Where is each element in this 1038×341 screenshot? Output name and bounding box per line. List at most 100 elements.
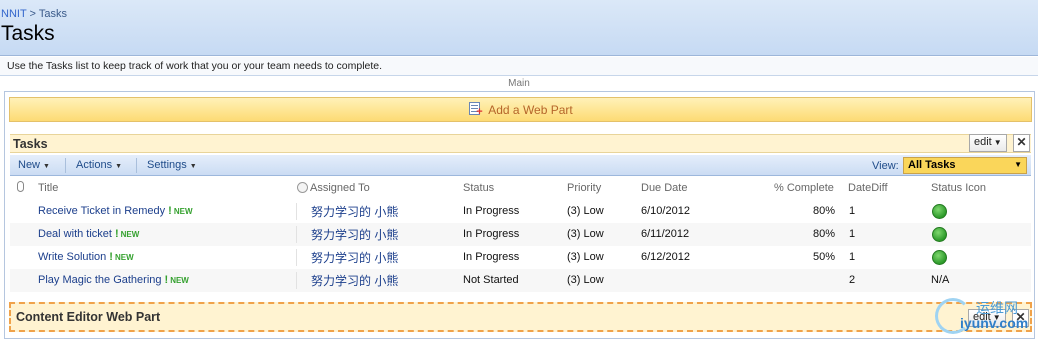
add-web-part-icon: + bbox=[468, 102, 484, 118]
column-header-pct-complete[interactable]: % Complete bbox=[774, 182, 834, 194]
due-date-cell: 6/11/2012 bbox=[641, 228, 690, 240]
task-title-link[interactable]: Deal with ticket bbox=[38, 228, 112, 240]
webpart-edit-menu[interactable]: edit ▼ bbox=[969, 134, 1007, 152]
breadcrumb-current: Tasks bbox=[38, 8, 67, 20]
new-badge: NEW bbox=[170, 276, 189, 285]
due-date-cell: 6/12/2012 bbox=[641, 251, 690, 263]
settings-menu[interactable]: Settings ▼ bbox=[147, 159, 197, 171]
watermark-en-text: iyunv.com bbox=[960, 315, 1029, 331]
new-item-icon: ! bbox=[114, 228, 119, 240]
task-title-link[interactable]: Write Solution bbox=[38, 251, 106, 263]
content-editor-webpart[interactable]: Content Editor Web Part edit ▼ ✕ bbox=[9, 302, 1032, 332]
green-status-icon bbox=[932, 204, 947, 219]
column-header-title[interactable]: Title bbox=[38, 182, 58, 194]
chevron-down-icon: ▼ bbox=[1014, 160, 1022, 169]
chevron-down-icon: ▼ bbox=[189, 163, 197, 170]
due-date-cell: 6/10/2012 bbox=[641, 205, 690, 217]
add-web-part-link[interactable]: Add a Web Part bbox=[488, 103, 573, 117]
pct-complete-cell: 80% bbox=[812, 205, 835, 217]
assigned-to-link[interactable]: 努力学习的 小熊 bbox=[311, 203, 398, 220]
column-divider bbox=[296, 226, 297, 243]
list-toolbar: New ▼ Actions ▼ Settings ▼ View: All Tasks ▼ bbox=[10, 155, 1031, 176]
new-item-icon: ! bbox=[164, 274, 169, 286]
column-header-status[interactable]: Status bbox=[463, 182, 494, 194]
webpart-title: Tasks bbox=[13, 137, 48, 151]
add-web-part-bar[interactable]: + Add a Web Part bbox=[9, 97, 1032, 122]
assigned-to-link[interactable]: 努力学习的 小熊 bbox=[311, 226, 398, 243]
column-header-due-date[interactable]: Due Date bbox=[641, 182, 687, 194]
column-divider bbox=[296, 203, 297, 220]
table-row: Play Magic the Gathering! NEW 努力学习的 小熊 No… bbox=[10, 269, 1031, 292]
breadcrumb: NNIT > Tasks bbox=[1, 8, 67, 20]
page-description: Use the Tasks list to keep track of work… bbox=[7, 60, 383, 72]
actions-label: Actions bbox=[76, 159, 113, 171]
breadcrumb-separator: > bbox=[29, 8, 36, 20]
title-cell: Play Magic the Gathering! NEW bbox=[38, 274, 189, 286]
priority-cell: (3) Low bbox=[567, 205, 604, 217]
column-header-status-icon[interactable]: Status Icon bbox=[931, 182, 986, 194]
page-header: NNIT > Tasks Tasks bbox=[0, 0, 1038, 56]
green-status-icon bbox=[932, 227, 947, 242]
table-row: Deal with ticket! NEW 努力学习的 小熊 In Progres… bbox=[10, 223, 1031, 246]
settings-label: Settings bbox=[147, 159, 187, 171]
tasks-webpart-header: Tasks edit ▼ ✕ bbox=[10, 134, 1031, 153]
table-row: Write Solution! NEW 努力学习的 小熊 In Progress … bbox=[10, 246, 1031, 269]
new-label: New bbox=[18, 159, 41, 171]
title-cell: Receive Ticket in Remedy! NEW bbox=[38, 205, 193, 217]
webpart-close-button[interactable]: ✕ bbox=[1013, 134, 1030, 152]
date-diff-cell: 2 bbox=[849, 274, 856, 286]
new-menu[interactable]: New ▼ bbox=[18, 159, 50, 171]
actions-menu[interactable]: Actions ▼ bbox=[76, 159, 122, 171]
priority-cell: (3) Low bbox=[567, 274, 604, 286]
presence-icon bbox=[297, 182, 308, 193]
column-header-assigned-to[interactable]: Assigned To bbox=[297, 182, 370, 194]
description-bar: Use the Tasks list to keep track of work… bbox=[0, 57, 1038, 76]
priority-cell: (3) Low bbox=[567, 228, 604, 240]
column-header-priority[interactable]: Priority bbox=[567, 182, 601, 194]
assigned-to-label: Assigned To bbox=[310, 182, 370, 194]
column-divider bbox=[296, 272, 297, 289]
date-diff-cell: 1 bbox=[849, 251, 856, 263]
status-cell: In Progress bbox=[463, 251, 520, 263]
new-badge: NEW bbox=[120, 230, 140, 239]
date-diff-cell: 1 bbox=[849, 228, 856, 240]
toolbar-divider bbox=[136, 158, 137, 173]
column-divider bbox=[296, 249, 297, 266]
pct-complete-cell: 50% bbox=[812, 251, 835, 263]
status-cell: In Progress bbox=[463, 205, 520, 217]
column-header-date-diff[interactable]: DateDiff bbox=[848, 182, 888, 194]
status-cell: Not Started bbox=[463, 274, 519, 286]
view-label: View: bbox=[872, 160, 899, 172]
status-icon-text: N/A bbox=[931, 274, 950, 286]
new-badge: NEW bbox=[114, 253, 134, 262]
chevron-down-icon: ▼ bbox=[115, 163, 123, 170]
date-diff-cell: 1 bbox=[849, 205, 856, 217]
toolbar-divider bbox=[65, 158, 66, 173]
attachment-icon bbox=[17, 181, 24, 192]
watermark-logo: 运维网 iyunv.com bbox=[930, 296, 1030, 340]
chevron-down-icon: ▼ bbox=[43, 163, 50, 170]
priority-cell: (3) Low bbox=[567, 251, 604, 263]
new-badge: NEW bbox=[173, 207, 193, 216]
zone-label: Main bbox=[508, 78, 530, 89]
view-value: All Tasks bbox=[908, 159, 956, 171]
list-header-row: Title Assigned To Status Priority Due Da… bbox=[10, 178, 1031, 198]
assigned-to-link[interactable]: 努力学习的 小熊 bbox=[311, 249, 398, 266]
edit-label: edit bbox=[974, 136, 992, 148]
task-title-link[interactable]: Play Magic the Gathering bbox=[38, 274, 162, 286]
new-item-icon: ! bbox=[168, 205, 172, 217]
status-cell: In Progress bbox=[463, 228, 520, 240]
view-select[interactable]: All Tasks ▼ bbox=[903, 157, 1027, 174]
chevron-down-icon: ▼ bbox=[993, 138, 1002, 147]
pct-complete-cell: 80% bbox=[812, 228, 835, 240]
table-row: Receive Ticket in Remedy! NEW 努力学习的 小熊 In… bbox=[10, 200, 1031, 223]
new-item-icon: ! bbox=[109, 251, 113, 263]
green-status-icon bbox=[932, 250, 947, 265]
page-title: Tasks bbox=[1, 22, 55, 45]
assigned-to-link[interactable]: 努力学习的 小熊 bbox=[311, 272, 398, 289]
title-cell: Deal with ticket! NEW bbox=[38, 228, 139, 240]
task-title-link[interactable]: Receive Ticket in Remedy bbox=[38, 205, 165, 217]
title-cell: Write Solution! NEW bbox=[38, 251, 134, 263]
breadcrumb-site-link[interactable]: NNIT bbox=[1, 8, 26, 20]
content-editor-title: Content Editor Web Part bbox=[16, 310, 161, 324]
